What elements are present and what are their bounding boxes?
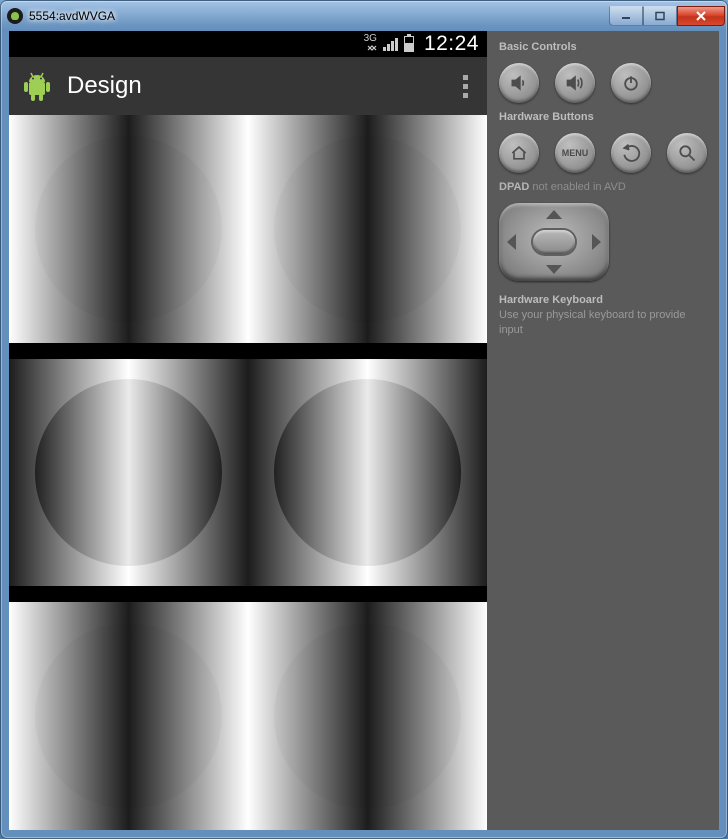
dpad-center-button: [533, 230, 575, 254]
search-button[interactable]: [667, 133, 707, 173]
back-button[interactable]: [611, 133, 651, 173]
overflow-menu-button[interactable]: [453, 71, 477, 102]
gradient-cell: [248, 359, 487, 587]
overflow-dot-icon: [463, 93, 468, 98]
emulator-control-panel: Basic Controls: [487, 31, 719, 830]
device-screen: 3G 12:24: [9, 31, 487, 830]
menu-button[interactable]: MENU: [555, 133, 595, 173]
window-maximize-button[interactable]: [643, 6, 677, 26]
power-button[interactable]: [611, 63, 651, 103]
gradient-cell: [9, 115, 248, 343]
dpad-control: [499, 203, 609, 281]
volume-up-button[interactable]: [555, 63, 595, 103]
android-status-bar[interactable]: 3G 12:24: [9, 31, 487, 57]
hardware-keyboard-hint: Use your physical keyboard to provide in…: [499, 309, 685, 336]
app-launcher-icon[interactable]: [19, 68, 55, 104]
gradient-circle-icon: [35, 623, 221, 809]
gradient-cell: [248, 115, 487, 343]
dpad-left-icon: [507, 234, 516, 250]
gradient-cell: [9, 602, 248, 830]
window-minimize-button[interactable]: [609, 6, 643, 26]
dpad-status-label: DPAD not enabled in AVD: [499, 181, 707, 193]
gradient-row: [9, 115, 487, 343]
dpad-down-icon: [546, 265, 562, 274]
action-bar: Design: [9, 57, 487, 115]
volume-down-button[interactable]: [499, 63, 539, 103]
gradient-circle-icon: [274, 623, 460, 809]
hardware-keyboard-note: Hardware Keyboard Use your physical keyb…: [499, 293, 707, 338]
client-area: 3G 12:24: [9, 31, 719, 830]
app-content: [9, 115, 487, 830]
gradient-circle-icon: [274, 379, 460, 565]
hardware-buttons-heading: Hardware Buttons: [499, 111, 707, 123]
dpad-up-icon: [546, 210, 562, 219]
gradient-row: [9, 602, 487, 830]
basic-controls-heading: Basic Controls: [499, 41, 707, 53]
android-app-glyph-icon: [7, 8, 23, 24]
window-titlebar[interactable]: 5554:avdWVGA: [1, 1, 727, 31]
window-title: 5554:avdWVGA: [29, 9, 115, 23]
signal-strength-icon: [383, 37, 398, 51]
gradient-row: [9, 359, 487, 587]
dpad-right-icon: [592, 234, 601, 250]
window-close-button[interactable]: [677, 6, 725, 26]
page-title: Design: [67, 72, 142, 100]
emulator-window: 5554:avdWVGA 3G: [0, 0, 728, 839]
home-button[interactable]: [499, 133, 539, 173]
overflow-dot-icon: [463, 84, 468, 89]
overflow-dot-icon: [463, 75, 468, 80]
gradient-circle-icon: [35, 136, 221, 322]
hardware-keyboard-title: Hardware Keyboard: [499, 293, 707, 308]
battery-icon: [404, 36, 414, 52]
gradient-cell: [9, 359, 248, 587]
gradient-circle-icon: [274, 136, 460, 322]
network-type-icon: 3G: [364, 34, 377, 54]
menu-button-label: MENU: [562, 148, 589, 158]
status-clock: 12:24: [424, 32, 479, 56]
gradient-cell: [248, 602, 487, 830]
gradient-circle-icon: [35, 379, 221, 565]
